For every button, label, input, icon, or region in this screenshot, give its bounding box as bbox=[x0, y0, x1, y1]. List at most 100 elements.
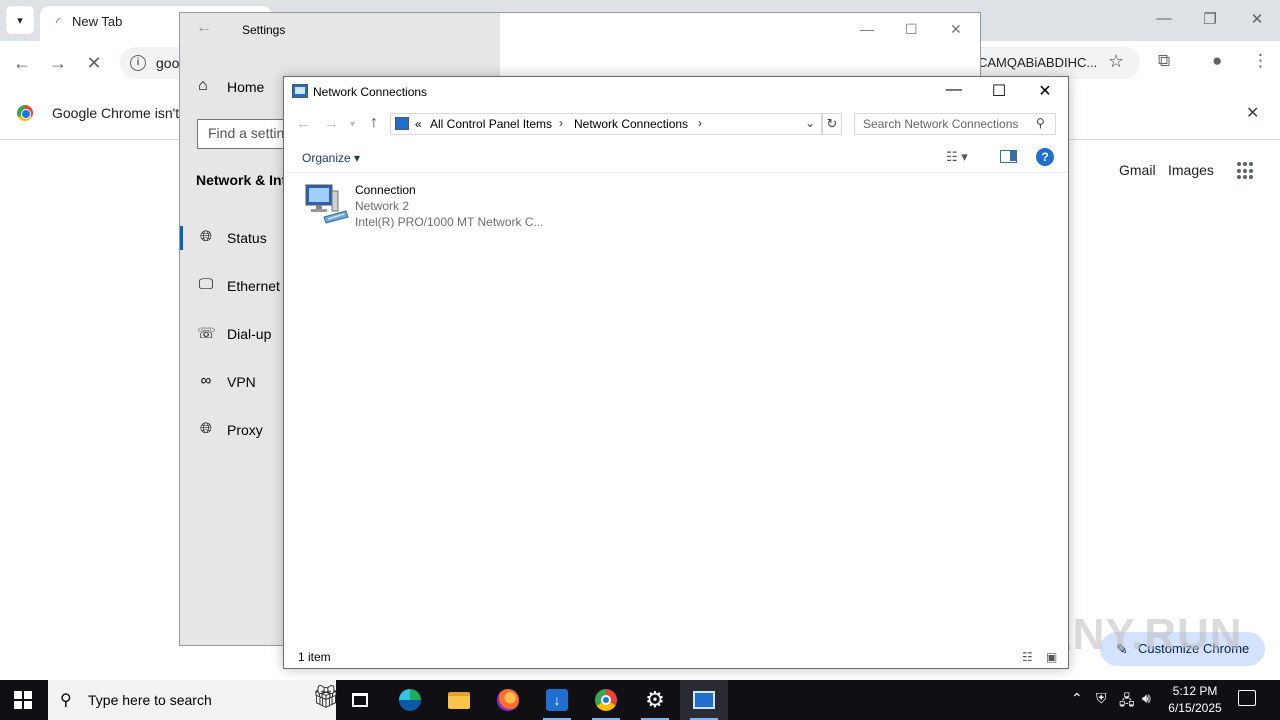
volume-icon[interactable]: 🔊︎ bbox=[1142, 690, 1151, 707]
control-panel-icon bbox=[292, 84, 308, 98]
nc-maximize-button[interactable]: ☐ bbox=[984, 81, 1014, 101]
chrome-logo-icon bbox=[17, 105, 33, 121]
refresh-icon[interactable]: ↻ bbox=[822, 113, 842, 135]
sidebar-item-label: Proxy bbox=[227, 422, 263, 438]
bookmark-star-icon[interactable]: ☆ bbox=[1108, 51, 1124, 72]
sidebar-item-label: Ethernet bbox=[227, 278, 280, 294]
settings-maximize-button[interactable]: ☐ bbox=[905, 21, 918, 38]
settings-minimize-button[interactable]: — bbox=[860, 21, 874, 37]
customize-chrome-button[interactable]: ✎ Customize Chrome bbox=[1100, 632, 1265, 666]
chevron-right-icon[interactable]: › bbox=[698, 116, 702, 130]
settings-title: Settings bbox=[242, 23, 286, 37]
nc-titlebar: Network Connections — ☐ ✕ bbox=[284, 77, 1068, 107]
sidebar-item-label: Status bbox=[227, 230, 267, 246]
organize-button[interactable]: Organize ▾ bbox=[302, 151, 360, 165]
firefox-icon bbox=[497, 689, 519, 711]
large-icons-view-icon[interactable]: ▣ bbox=[1046, 650, 1057, 664]
connection-name: Connection bbox=[355, 183, 416, 197]
dialup-icon: ☏︎ bbox=[197, 325, 216, 342]
chevron-right-icon[interactable]: › bbox=[559, 116, 563, 130]
nc-search-input[interactable]: Search Network Connections bbox=[854, 113, 1056, 135]
task-view-button[interactable] bbox=[336, 680, 384, 720]
globe-icon: 🌐︎ bbox=[199, 228, 212, 245]
nc-address-bar[interactable]: « All Control Panel Items › Network Conn… bbox=[390, 113, 822, 135]
notification-center-icon[interactable] bbox=[1238, 690, 1256, 706]
google-apps-icon[interactable] bbox=[1237, 162, 1255, 180]
connection-adapter: Intel(R) PRO/1000 MT Network C... bbox=[355, 215, 544, 229]
back-button[interactable]: ← bbox=[10, 51, 34, 75]
taskbar-settings[interactable]: ⚙ bbox=[631, 680, 679, 720]
network-connections-window: Network Connections — ☐ ✕ ← → ▾ ↑ « All … bbox=[283, 76, 1069, 669]
chrome-close-button[interactable]: ✕ bbox=[1247, 10, 1267, 28]
nc-close-button[interactable]: ✕ bbox=[1030, 81, 1060, 101]
chrome-menu-icon[interactable]: ⋮ bbox=[1252, 51, 1269, 71]
help-icon[interactable]: ? bbox=[1036, 148, 1054, 166]
omnibox-url-tail: CAMQABiABDIHC... bbox=[978, 55, 1098, 70]
organize-label: Organize bbox=[302, 151, 351, 165]
change-view-button[interactable]: ☷ ▾ bbox=[946, 149, 968, 165]
infobar-message: Google Chrome isn't y bbox=[52, 105, 191, 121]
profile-icon[interactable]: ● bbox=[1212, 51, 1222, 71]
taskbar-edge[interactable] bbox=[386, 680, 434, 720]
nc-window-title: Network Connections bbox=[313, 85, 428, 99]
settings-titlebar: — ☐ ✕ bbox=[500, 13, 980, 45]
forward-button[interactable]: → bbox=[46, 51, 70, 75]
sidebar-item-label: VPN bbox=[227, 374, 256, 390]
home-label: Home bbox=[227, 79, 265, 95]
security-icon[interactable]: ⛨ bbox=[1096, 690, 1107, 707]
preview-pane-icon[interactable] bbox=[1000, 150, 1017, 163]
download-icon: ↓ bbox=[546, 689, 568, 711]
home-icon: ⌂ bbox=[198, 77, 208, 94]
search-icon[interactable]: ⚲ bbox=[1036, 116, 1045, 130]
gear-icon: ⚙ bbox=[645, 687, 665, 712]
pencil-icon: ✎ bbox=[1116, 641, 1128, 657]
images-link[interactable]: Images bbox=[1168, 162, 1214, 178]
gmail-link[interactable]: Gmail bbox=[1119, 162, 1156, 178]
network-icon[interactable]: 🖧︎ bbox=[1119, 690, 1135, 714]
task-view-icon bbox=[352, 693, 368, 707]
control-panel-icon bbox=[693, 691, 715, 709]
taskbar-network-connections[interactable] bbox=[680, 680, 728, 720]
control-panel-icon bbox=[395, 117, 409, 130]
taskbar-file-explorer[interactable] bbox=[435, 680, 483, 720]
sidebar-item-label: Dial-up bbox=[227, 326, 272, 342]
nc-up-button[interactable]: ↑ bbox=[370, 114, 378, 132]
clock-time: 5:12 PM bbox=[1172, 684, 1218, 698]
tab-search-button[interactable]: ▾ bbox=[6, 6, 34, 34]
loading-icon: ◜ bbox=[56, 15, 61, 29]
extensions-icon[interactable]: ⧉ bbox=[1158, 51, 1170, 71]
infobar-close-button[interactable]: ✕ bbox=[1246, 103, 1259, 123]
vpn-icon: ∞ bbox=[200, 372, 212, 389]
nc-minimize-button[interactable]: — bbox=[939, 81, 969, 99]
taskbar-search-box[interactable]: ⚲ Type here to search 🎁︎ bbox=[48, 680, 340, 720]
nc-command-bar: Organize ▾ ☷ ▾ ? bbox=[284, 143, 1068, 173]
breadcrumb-control-panel[interactable]: All Control Panel Items bbox=[430, 117, 552, 131]
breadcrumb-overflow[interactable]: « bbox=[415, 117, 422, 131]
chevron-up-icon[interactable]: ⌃ bbox=[1071, 690, 1083, 707]
details-view-icon[interactable]: ☷ bbox=[1022, 650, 1033, 664]
customize-chrome-label: Customize Chrome bbox=[1138, 641, 1250, 656]
omnibox-url[interactable]: goo bbox=[156, 55, 179, 71]
stop-loading-button[interactable]: ✕ bbox=[82, 51, 106, 75]
system-clock[interactable]: 5:12 PM 6/15/2025 bbox=[1160, 683, 1230, 717]
chevron-down-icon[interactable]: ⌄ bbox=[805, 116, 815, 130]
connection-item[interactable]: Connection Network 2 Intel(R) PRO/1000 M… bbox=[300, 179, 560, 231]
start-button[interactable] bbox=[14, 691, 32, 709]
nc-forward-button[interactable]: → bbox=[324, 115, 339, 132]
network-adapter-icon bbox=[305, 184, 349, 224]
tab-title: New Tab bbox=[72, 14, 123, 29]
breadcrumb-network-connections[interactable]: Network Connections bbox=[574, 117, 688, 131]
search-icon: ⚲ bbox=[60, 692, 72, 709]
site-info-icon[interactable]: i bbox=[130, 55, 146, 71]
taskbar-downloader[interactable]: ↓ bbox=[533, 680, 581, 720]
clock-date: 6/15/2025 bbox=[1168, 701, 1222, 715]
chrome-minimize-button[interactable]: — bbox=[1154, 10, 1174, 27]
taskbar-firefox[interactable] bbox=[484, 680, 532, 720]
settings-close-button[interactable]: ✕ bbox=[950, 21, 962, 38]
settings-back-button[interactable]: ← bbox=[196, 19, 212, 37]
nc-recent-dropdown[interactable]: ▾ bbox=[350, 119, 355, 130]
selected-indicator bbox=[180, 226, 183, 250]
chrome-restore-button[interactable]: ❐ bbox=[1200, 10, 1220, 28]
taskbar-chrome[interactable] bbox=[582, 680, 630, 720]
nc-back-button[interactable]: ← bbox=[296, 115, 311, 132]
